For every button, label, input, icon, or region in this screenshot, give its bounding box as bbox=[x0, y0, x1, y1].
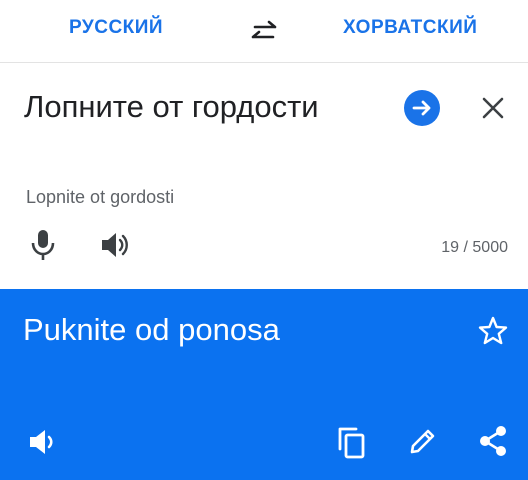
star-icon bbox=[478, 316, 508, 345]
source-text-input[interactable]: Лопните от гордости bbox=[24, 89, 319, 125]
output-panel: Puknite od ponosa bbox=[0, 289, 528, 480]
copy-button[interactable] bbox=[336, 425, 366, 459]
edit-button[interactable] bbox=[408, 426, 438, 456]
language-bar: РУССКИЙ ХОРВАТСКИЙ bbox=[0, 0, 528, 63]
transliteration-text: Lopnite ot gordosti bbox=[26, 187, 175, 207]
microphone-button[interactable] bbox=[30, 229, 56, 261]
edit-icon bbox=[410, 429, 435, 454]
copy-icon bbox=[338, 427, 365, 459]
arrow-right-icon bbox=[412, 100, 431, 116]
save-translation-button[interactable] bbox=[478, 316, 508, 346]
character-counter: 19 / 5000 bbox=[441, 239, 508, 256]
share-icon bbox=[480, 426, 506, 456]
listen-source-button[interactable] bbox=[100, 231, 130, 259]
close-icon bbox=[482, 97, 504, 119]
microphone-icon bbox=[31, 230, 55, 260]
translated-text: Puknite od ponosa bbox=[23, 312, 280, 347]
target-language-button[interactable]: ХОРВАТСКИЙ bbox=[343, 17, 477, 39]
share-button[interactable] bbox=[478, 425, 508, 457]
input-panel: Лопните от гордости Lopnite ot gordosti … bbox=[0, 63, 528, 289]
swap-icon bbox=[251, 20, 277, 39]
speaker-icon bbox=[102, 233, 128, 257]
clear-button[interactable] bbox=[480, 95, 506, 121]
source-language-button[interactable]: РУССКИЙ bbox=[69, 17, 163, 39]
swap-languages-button[interactable] bbox=[249, 19, 279, 45]
translate-button[interactable] bbox=[404, 90, 440, 126]
speaker-icon bbox=[30, 430, 53, 454]
listen-translation-button[interactable] bbox=[28, 427, 60, 457]
